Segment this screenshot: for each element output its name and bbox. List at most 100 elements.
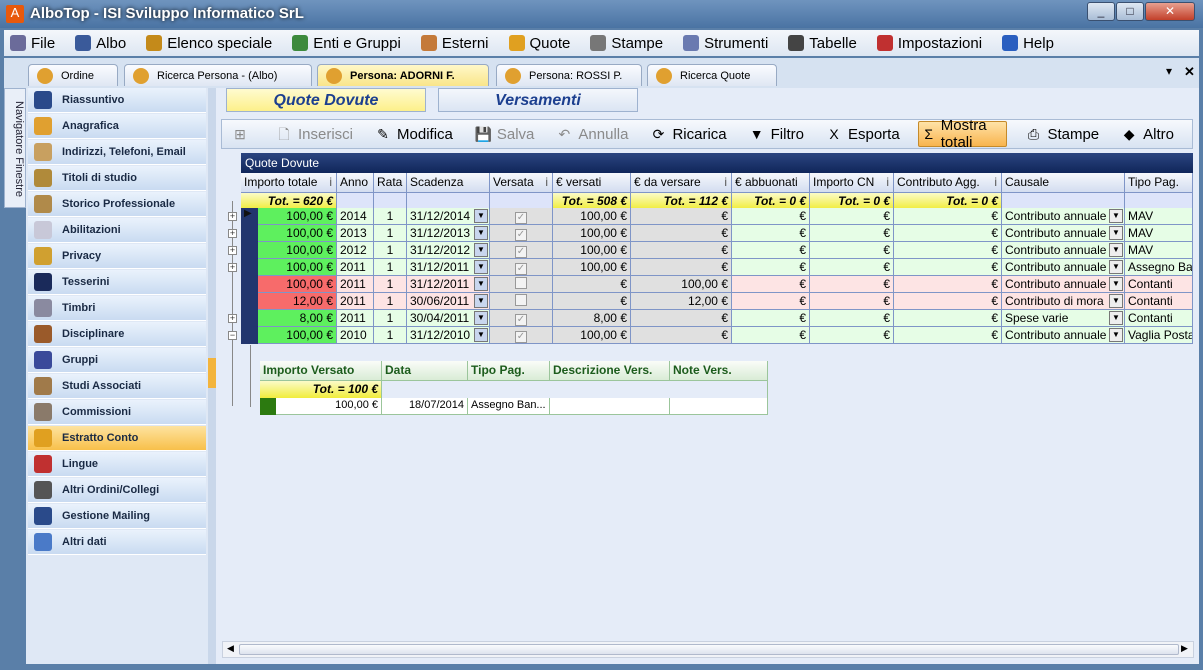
sidebar-item-timbri[interactable]: Timbri xyxy=(28,296,206,321)
row-indicator[interactable] xyxy=(241,327,258,344)
cell-importo-cn[interactable]: € xyxy=(810,327,894,344)
column-header[interactable]: Rata xyxy=(374,173,407,193)
collapse-sidebar-handle[interactable] xyxy=(208,358,216,388)
versata-checkbox[interactable] xyxy=(515,294,527,306)
sidebar-item-estratto-conto[interactable]: Estratto Conto xyxy=(28,426,206,451)
cell-versati[interactable]: 100,00 € xyxy=(553,242,631,259)
sidebar-item-titoli-di-studio[interactable]: Titoli di studio xyxy=(28,166,206,191)
cell-versati[interactable]: 100,00 € xyxy=(553,208,631,225)
expand-row-icon[interactable]: − xyxy=(228,331,237,340)
date-picker-icon[interactable]: ▼ xyxy=(474,243,488,257)
cell-abbuonati[interactable]: € xyxy=(732,310,810,327)
sidebar-item-privacy[interactable]: Privacy xyxy=(28,244,206,269)
cell-abbuonati[interactable]: € xyxy=(732,242,810,259)
expand-row-icon[interactable]: + xyxy=(228,246,237,255)
column-header[interactable]: Tipo Pag. xyxy=(1125,173,1193,193)
expand-row-icon[interactable]: + xyxy=(228,212,237,221)
cell-tipo-pag[interactable]: Assegno Ba xyxy=(1125,259,1193,276)
cell-da-versare[interactable]: € xyxy=(631,259,732,276)
sidebar-item-gestione-mailing[interactable]: Gestione Mailing xyxy=(28,504,206,529)
cell-contributo-agg[interactable]: € xyxy=(894,259,1002,276)
cell-contributo-agg[interactable]: € xyxy=(894,310,1002,327)
versata-checkbox[interactable]: ✓ xyxy=(515,263,527,275)
sidebar-item-altri-dati[interactable]: Altri dati xyxy=(28,530,206,555)
sidebar-item-lingue[interactable]: Lingue xyxy=(28,452,206,477)
column-header[interactable]: Versata i xyxy=(490,173,553,193)
info-icon[interactable]: i xyxy=(886,174,889,191)
detail-cell[interactable] xyxy=(670,398,768,415)
chevron-down-icon[interactable]: ▼ xyxy=(1109,328,1123,342)
cell-da-versare[interactable]: € xyxy=(631,242,732,259)
cell-versati[interactable]: € xyxy=(553,293,631,310)
cell-importo-cn[interactable]: € xyxy=(810,208,894,225)
detail-column-header[interactable]: Importo Versato xyxy=(260,361,382,381)
cell-importo-totale[interactable]: 8,00 € xyxy=(258,310,337,327)
cell-importo-totale[interactable]: 12,00 € xyxy=(258,293,337,310)
cell-tipo-pag[interactable]: Contanti xyxy=(1125,310,1193,327)
cell-scadenza[interactable]: 31/12/2010 ▼ xyxy=(407,327,490,344)
cell-contributo-agg[interactable]: € xyxy=(894,293,1002,310)
detail-column-header[interactable]: Note Vers. xyxy=(670,361,768,381)
cell-contributo-agg[interactable]: € xyxy=(894,276,1002,293)
cell-versata[interactable]: ✓ xyxy=(490,242,553,259)
cell-anno[interactable]: 2012 xyxy=(337,242,374,259)
doc-tab-4[interactable]: Ricerca Quote xyxy=(647,64,777,86)
menu-help[interactable]: Help xyxy=(1002,35,1054,52)
row-indicator[interactable] xyxy=(241,310,258,327)
detail-cell[interactable]: 18/07/2014 xyxy=(382,398,468,415)
chevron-down-icon[interactable]: ▼ xyxy=(1109,260,1123,274)
date-picker-icon[interactable]: ▼ xyxy=(474,277,488,291)
doc-tab-2[interactable]: Persona: ADORNI F. xyxy=(317,64,489,86)
info-icon[interactable]: i xyxy=(329,174,332,191)
chevron-down-icon[interactable]: ▼ xyxy=(1109,243,1123,257)
date-picker-icon[interactable]: ▼ xyxy=(474,226,488,240)
menu-file[interactable]: File xyxy=(10,35,55,52)
cell-causale[interactable]: Contributo annuale ▼ xyxy=(1002,259,1125,276)
cell-anno[interactable]: 2011 xyxy=(337,293,374,310)
menu-enti-e-gruppi[interactable]: Enti e Gruppi xyxy=(292,35,401,52)
cell-rata[interactable]: 1 xyxy=(374,293,407,310)
cell-versata[interactable] xyxy=(490,293,553,310)
column-header[interactable]: € da versare i xyxy=(631,173,732,193)
menu-esterni[interactable]: Esterni xyxy=(420,35,489,52)
cell-rata[interactable]: 1 xyxy=(374,225,407,242)
save-button[interactable]: 💾 Salva xyxy=(471,121,539,147)
menu-impostazioni[interactable]: Impostazioni xyxy=(876,35,982,52)
date-picker-icon[interactable]: ▼ xyxy=(474,209,488,223)
cell-anno[interactable]: 2010 xyxy=(337,327,374,344)
sidebar-item-altri-ordini-collegi[interactable]: Altri Ordini/Collegi xyxy=(28,478,206,503)
cell-abbuonati[interactable]: € xyxy=(732,225,810,242)
chevron-down-icon[interactable]: ▼ xyxy=(1109,277,1123,291)
cell-abbuonati[interactable]: € xyxy=(732,259,810,276)
show-totals-button[interactable]: Σ Mostra totali xyxy=(917,117,1008,151)
sidebar-item-disciplinare[interactable]: Disciplinare xyxy=(28,322,206,347)
expand-button[interactable]: ⊞ xyxy=(228,121,258,147)
reload-button[interactable]: ⟳ Ricarica xyxy=(646,121,730,147)
cell-tipo-pag[interactable]: Vaglia Posta xyxy=(1125,327,1193,344)
undo-button[interactable]: ↶ Annulla xyxy=(552,121,632,147)
cell-versata[interactable]: ✓ xyxy=(490,225,553,242)
cell-versata[interactable]: ✓ xyxy=(490,310,553,327)
column-header[interactable]: Causale xyxy=(1002,173,1125,193)
cell-causale[interactable]: Contributo di mora ▼ xyxy=(1002,293,1125,310)
sidebar-item-riassuntivo[interactable]: Riassuntivo xyxy=(28,88,206,113)
cell-scadenza[interactable]: 31/12/2011 ▼ xyxy=(407,276,490,293)
cell-abbuonati[interactable]: € xyxy=(732,276,810,293)
doc-tab-1[interactable]: Ricerca Persona - (Albo) xyxy=(124,64,312,86)
expand-row-icon[interactable]: + xyxy=(228,229,237,238)
chevron-down-icon[interactable]: ▼ xyxy=(1109,209,1123,223)
cell-versati[interactable]: € xyxy=(553,276,631,293)
versata-checkbox[interactable]: ✓ xyxy=(515,212,527,224)
sidebar-item-commissioni[interactable]: Commissioni xyxy=(28,400,206,425)
versata-checkbox[interactable]: ✓ xyxy=(515,314,527,326)
horizontal-scrollbar[interactable]: ◀ ▶ xyxy=(222,641,1194,658)
cell-tipo-pag[interactable]: MAV xyxy=(1125,225,1193,242)
scroll-right-icon[interactable]: ▶ xyxy=(1181,643,1188,654)
info-icon[interactable]: i xyxy=(994,174,997,191)
cell-versati[interactable]: 100,00 € xyxy=(553,259,631,276)
sidebar-item-storico-professionale[interactable]: Storico Professionale xyxy=(28,192,206,217)
date-picker-icon[interactable]: ▼ xyxy=(474,294,488,308)
cell-versati[interactable]: 8,00 € xyxy=(553,310,631,327)
menu-quote[interactable]: Quote xyxy=(508,35,570,52)
cell-causale[interactable]: Contributo annuale ▼ xyxy=(1002,276,1125,293)
